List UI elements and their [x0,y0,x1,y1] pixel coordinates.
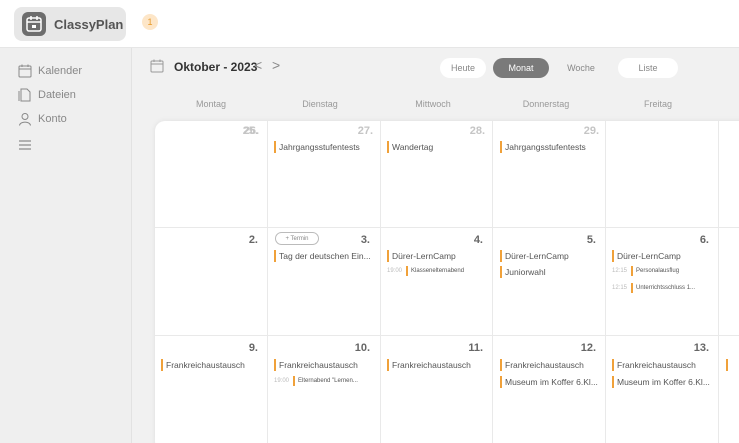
day-number: 13. [693,342,709,354]
timed-event[interactable]: 19:00 Klassenelternabend [387,266,464,276]
files-icon [18,88,31,102]
sidebar-item-label: Dateien [38,89,76,101]
day-number: 9. [248,342,258,354]
next-month-button[interactable]: > [272,57,280,73]
calendar-event[interactable]: Dürer-LernCamp [612,250,681,262]
weekday-header: Donnerstag [522,99,570,109]
sidebar: Kalender Dateien Konto [0,48,132,443]
day-number: 12. [580,342,596,354]
calendar-event[interactable]: Dürer-LernCamp [387,250,456,262]
day-number: 6. [699,234,709,246]
sidebar-item-label: Konto [38,113,67,125]
timed-event[interactable]: 12:15 Unterrichtsschluss 1... [612,283,695,293]
timed-event[interactable]: 12:15 Personalausflug [612,266,679,276]
app-name: ClassyPlan [54,17,124,32]
date-picker-icon[interactable] [150,59,164,73]
calendar-event[interactable]: Wandertag [387,141,433,153]
view-month-button[interactable]: Monat [493,58,549,78]
add-appointment-button[interactable]: + Termin [275,232,319,245]
calendar-icon [18,64,32,78]
calendar-event[interactable]: Dürer-LernCamp [500,250,569,262]
calendar-event[interactable]: Jahrgangsstufentests [274,141,360,153]
month-grid [155,121,739,443]
app-logo[interactable]: ClassyPlan [14,7,126,41]
notification-badge[interactable]: 1 [142,14,158,30]
day-number: 10. [354,342,370,354]
timed-event[interactable]: 19:00 Elternabend "Lernen... [274,376,358,386]
user-icon [19,113,31,126]
today-button[interactable]: Heute [440,58,486,78]
calendar-event[interactable]: Frankreichaustausch [612,359,696,371]
day-number: 2. [248,234,258,246]
calendar-event[interactable]: Museum im Koffer 6.Kl... [500,376,598,388]
hamburger-icon [19,140,31,150]
view-week-button[interactable]: Woche [553,58,609,78]
day-number: 4. [473,234,483,246]
calendar-event[interactable]: Juniorwahl [500,266,546,278]
day-number: 11. [468,342,483,354]
weekday-header: Montag [195,99,227,109]
view-list-button[interactable]: Liste [618,58,678,78]
sidebar-item-label: Kalender [38,65,83,77]
top-bar: ClassyPlan 1 [0,0,739,48]
calendar-event[interactable]: Jahrgangsstufentests [500,141,586,153]
calendar-event[interactable]: Frankreichaustausch [387,359,471,371]
day-number: 27. [357,125,373,137]
calendar-event-overflow[interactable] [726,359,734,371]
day-number: 29. [583,125,599,137]
weekday-header: Mittwoch [415,99,451,109]
weekday-header: Dienstag [302,99,338,109]
day-number: 26. [243,125,259,137]
prev-month-button[interactable]: < [254,57,262,73]
calendar-event[interactable]: Frankreichaustausch [161,359,245,371]
calendar-event[interactable]: Museum im Koffer 6.Kl... [612,376,710,388]
current-month-label: Oktober - 2023 [174,60,258,74]
day-number: 28. [469,125,485,137]
calendar-event[interactable]: Frankreichaustausch [274,359,358,371]
day-number: 5. [586,234,596,246]
calendar-event[interactable]: Tag der deutschen Ein... [274,250,371,262]
day-number: 3. [360,234,370,246]
weekday-header: Freitag [643,99,672,109]
calendar-event[interactable]: Frankreichaustausch [500,359,584,371]
calendar-logo-icon [22,12,46,36]
